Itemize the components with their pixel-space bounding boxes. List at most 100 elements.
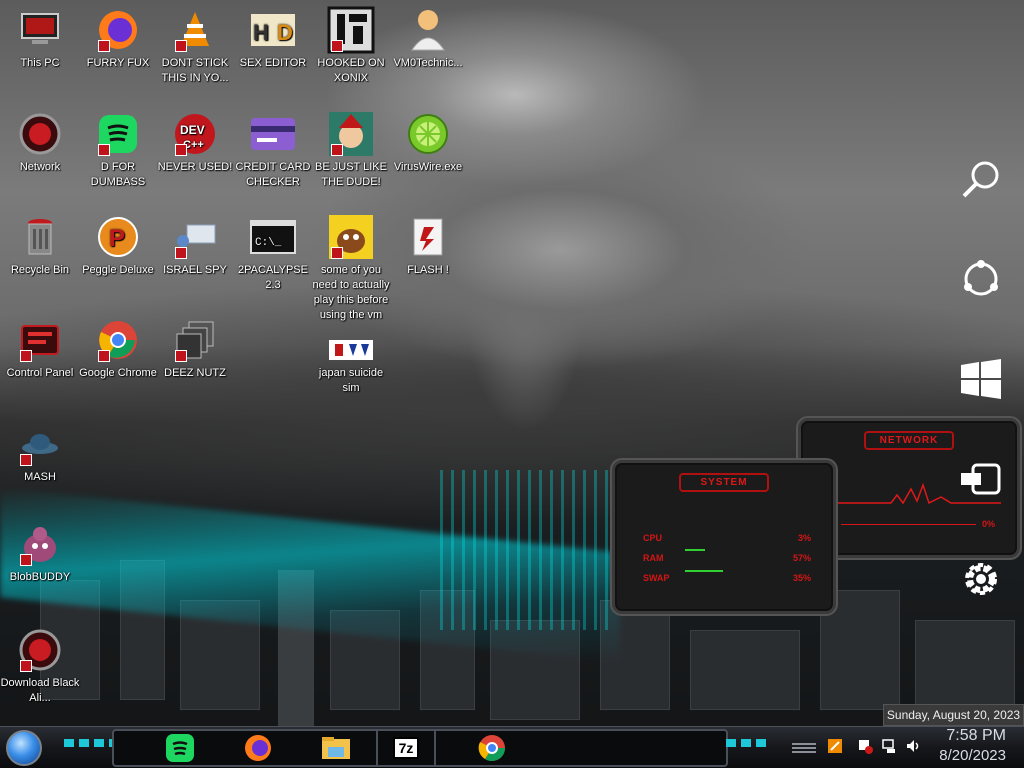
desktop-icon-this-pc[interactable]: This PC bbox=[0, 6, 80, 71]
charm-start[interactable] bbox=[958, 356, 1004, 402]
devices-icon bbox=[961, 463, 1001, 495]
desktop-icon-network[interactable]: Network bbox=[0, 110, 80, 175]
taskbar-spotify-button[interactable] bbox=[160, 731, 200, 765]
taskbar-decoration-right bbox=[726, 739, 770, 747]
network-row-value: 0% bbox=[981, 519, 995, 529]
desktop-icon-mash[interactable]: MASH bbox=[0, 420, 80, 485]
icon-label: HOOKED ON XONIX bbox=[317, 57, 385, 84]
lime-icon bbox=[404, 110, 452, 158]
shortcut-arrow-icon bbox=[98, 350, 110, 362]
desktop-icon-blobbuddy[interactable]: BlobBUDDY bbox=[0, 520, 80, 585]
desktop-icon-furry-fux[interactable]: FURRY FUX bbox=[78, 6, 158, 71]
desktop-icon-japan-suicide-sim[interactable]: japan suicide sim bbox=[311, 336, 391, 396]
charm-search[interactable] bbox=[958, 156, 1004, 202]
svg-text:DEV: DEV bbox=[180, 123, 205, 137]
shortcut-arrow-icon bbox=[20, 660, 32, 672]
icon-label: DEEZ NUTZ bbox=[164, 367, 226, 379]
chrome-icon bbox=[478, 735, 506, 762]
swap-value: 35% bbox=[792, 573, 811, 583]
icon-label: VM0Technic... bbox=[393, 57, 463, 69]
flash-document-icon bbox=[404, 213, 452, 261]
icon-label: ISRAEL SPY bbox=[163, 264, 227, 276]
share-icon bbox=[964, 260, 998, 296]
wallpaper-glow-columns bbox=[440, 470, 610, 630]
desktop-icon-deez-nutz[interactable]: DEEZ NUTZ bbox=[155, 316, 235, 381]
shortcut-arrow-icon bbox=[98, 40, 110, 52]
shortcut-arrow-icon bbox=[20, 454, 32, 466]
terminal-icon: C:\_ bbox=[249, 213, 297, 261]
desktop-icon-some-of-you[interactable]: some of you need to actually play this b… bbox=[311, 213, 391, 323]
action-center-flag-icon[interactable] bbox=[856, 738, 874, 754]
desktop-icon-hooked-on-xonix[interactable]: HOOKED ON XONIX bbox=[311, 6, 391, 86]
clock-time[interactable]: 7:58 PM bbox=[946, 727, 1006, 745]
icon-label: some of you need to actually play this b… bbox=[312, 264, 390, 321]
dev-cpp-icon: DEV C++ bbox=[171, 110, 219, 158]
system-gadget-title: SYSTEM bbox=[679, 473, 769, 492]
desktop-icon-dont-stick[interactable]: DONT STICK THIS IN YO... bbox=[155, 6, 235, 86]
volume-icon[interactable] bbox=[904, 738, 922, 754]
swap-label: SWAP bbox=[643, 573, 670, 583]
desktop-icon-sex-editor[interactable]: HD SEX EDITOR bbox=[233, 6, 313, 71]
icon-label: Google Chrome bbox=[79, 367, 157, 379]
elf-character-icon bbox=[327, 110, 375, 158]
taskbar-firefox-button[interactable] bbox=[238, 731, 278, 765]
vlc-cone-icon bbox=[171, 6, 219, 54]
charm-devices[interactable] bbox=[958, 456, 1004, 502]
date-tooltip: Sunday, August 20, 2023 bbox=[883, 704, 1024, 726]
windows-start-icon bbox=[961, 359, 1001, 399]
desktop-icon-vm0technic[interactable]: VM0Technic... bbox=[388, 6, 468, 71]
icon-label: BE JUST LIKE THE DUDE! bbox=[315, 161, 387, 188]
desktop-icon-credit-card-checker[interactable]: CREDIT CARD CHECKER bbox=[233, 110, 313, 190]
spotify-icon bbox=[166, 734, 194, 762]
taskbar-chrome-button[interactable] bbox=[472, 731, 512, 765]
desktop-icon-israel-spy[interactable]: ISRAEL SPY bbox=[155, 213, 235, 278]
computer-icon bbox=[16, 6, 64, 54]
desktop-icon-never-used[interactable]: DEV C++ NEVER USED! bbox=[155, 110, 235, 175]
ram-row: RAM 57% bbox=[643, 553, 811, 563]
icon-label: Recycle Bin bbox=[10, 264, 70, 276]
shortcut-arrow-icon bbox=[331, 247, 343, 259]
desktop-icon-control-panel[interactable]: Control Panel bbox=[0, 316, 80, 381]
taskbar-file-explorer-button[interactable] bbox=[316, 731, 356, 765]
taskbar-decoration-left bbox=[64, 739, 118, 747]
network-globe-icon bbox=[16, 626, 64, 674]
clock-date[interactable]: 8/20/2023 bbox=[939, 747, 1006, 764]
system-gadget[interactable]: SYSTEM CPU 3% RAM 57% SWAP 35% bbox=[612, 460, 836, 614]
desktop-icon-google-chrome[interactable]: Google Chrome bbox=[78, 316, 158, 381]
tray-overflow-icon[interactable] bbox=[792, 741, 816, 753]
cpu-row: CPU 3% bbox=[643, 533, 811, 543]
network-tray-icon[interactable] bbox=[880, 738, 898, 754]
desktop-icon-download-black-ali[interactable]: Download Black Ali... bbox=[0, 626, 80, 706]
taskbar-7zip-button[interactable]: 7z bbox=[376, 731, 436, 765]
desktop-icon-peggle-deluxe[interactable]: P Peggle Deluxe bbox=[78, 213, 158, 278]
tray-app-icon[interactable] bbox=[826, 738, 844, 754]
icon-label: BlobBUDDY bbox=[9, 571, 71, 583]
icon-label: Network bbox=[19, 161, 61, 173]
charm-settings[interactable] bbox=[958, 556, 1004, 602]
desktop-icon-d-for-dumbass[interactable]: D FOR DUMBASS bbox=[78, 110, 158, 190]
doctor-avatar-icon bbox=[404, 6, 452, 54]
hxd-icon: HD bbox=[249, 6, 297, 54]
desktop-icon-recycle-bin[interactable]: Recycle Bin bbox=[0, 213, 80, 278]
peggle-icon: P bbox=[94, 213, 142, 261]
search-icon bbox=[962, 161, 999, 198]
start-orb-button[interactable] bbox=[6, 730, 42, 766]
shortcut-arrow-icon bbox=[331, 144, 343, 156]
charm-share[interactable] bbox=[958, 256, 1004, 302]
icon-label: SEX EDITOR bbox=[239, 57, 307, 69]
shortcut-arrow-icon bbox=[331, 40, 343, 52]
swap-bar bbox=[685, 570, 723, 572]
icon-label: D FOR DUMBASS bbox=[90, 161, 146, 188]
cpu-value: 3% bbox=[797, 533, 811, 543]
stacked-windows-icon bbox=[171, 316, 219, 364]
desktop-icon-2pacalypse[interactable]: C:\_ 2PACALYPSE 2.3 bbox=[233, 213, 313, 293]
shortcut-arrow-icon bbox=[175, 40, 187, 52]
file-explorer-icon bbox=[322, 737, 350, 759]
icon-label: This PC bbox=[20, 57, 60, 69]
chrome-icon bbox=[94, 316, 142, 364]
desktop-icon-viruswire[interactable]: VirusWire.exe bbox=[388, 110, 468, 175]
desktop-icon-flash[interactable]: FLASH ! bbox=[388, 213, 468, 278]
credit-card-icon bbox=[249, 110, 297, 158]
desktop-icon-be-just-like-the-dude[interactable]: BE JUST LIKE THE DUDE! bbox=[311, 110, 391, 190]
svg-text:H: H bbox=[253, 20, 269, 45]
